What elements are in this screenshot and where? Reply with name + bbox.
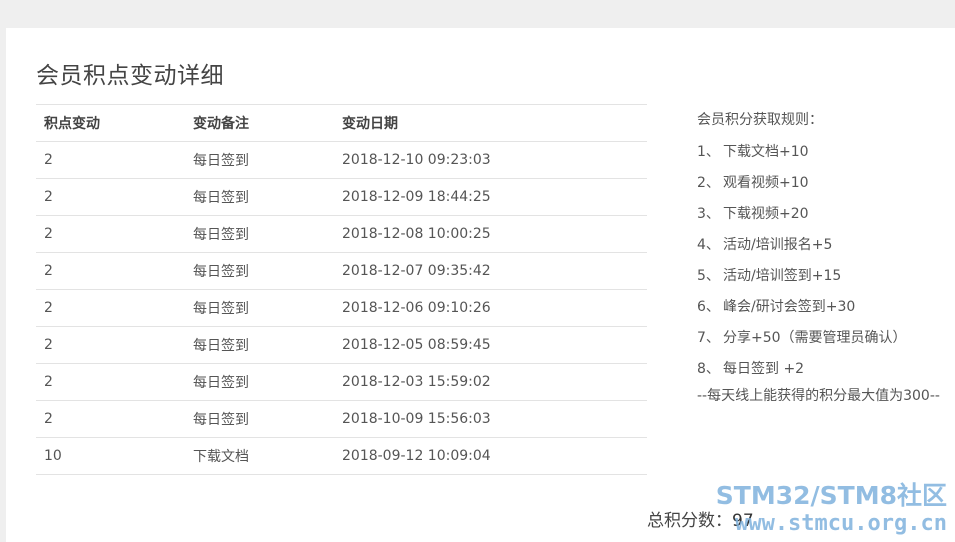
points-change-cell: 10 [36, 437, 185, 475]
change-note-cell: 每日签到 [185, 289, 334, 327]
change-note-cell: 每日签到 [185, 178, 334, 216]
rule-text: 下载文档+10 [723, 144, 809, 160]
rules-footer: --每天线上能获得的积分最大值为300-- [697, 388, 940, 404]
points-change-cell: 2 [36, 141, 185, 179]
rule-item: 3、 下载视频+20 [697, 204, 955, 235]
rule-number: 5、 [697, 268, 720, 284]
change-note-cell: 每日签到 [185, 215, 334, 253]
table-row: 2 每日签到 2018-12-08 10:00:25 [36, 215, 647, 253]
rule-item: 2、 观看视频+10 [697, 173, 955, 204]
points-table: 积点变动 变动备注 变动日期 2 每日签到 2018-12-10 09:23:0… [36, 104, 647, 475]
change-date-cell: 2018-12-10 09:23:03 [334, 141, 647, 179]
rule-number: 2、 [697, 175, 720, 191]
change-note-cell: 每日签到 [185, 400, 334, 438]
table-row: 2 每日签到 2018-12-07 09:35:42 [36, 252, 647, 290]
table-row: 2 每日签到 2018-12-06 09:10:26 [36, 289, 647, 327]
table-header-row: 积点变动 变动备注 变动日期 [36, 104, 647, 142]
header-points-change: 积点变动 [36, 104, 185, 142]
rule-item: 5、 活动/培训签到+15 [697, 266, 955, 297]
rules-title: 会员积分获取规则： [697, 112, 823, 128]
change-date-cell: 2018-12-03 15:59:02 [334, 363, 647, 401]
table-row: 10 下载文档 2018-09-12 10:09:04 [36, 437, 647, 475]
rule-text: 下载视频+20 [723, 206, 809, 222]
rule-item: 4、 活动/培训报名+5 [697, 235, 955, 266]
points-change-cell: 2 [36, 215, 185, 253]
header-change-date: 变动日期 [334, 104, 647, 142]
rule-number: 4、 [697, 237, 720, 253]
header-change-note: 变动备注 [185, 104, 334, 142]
change-note-cell: 每日签到 [185, 252, 334, 290]
points-change-cell: 2 [36, 252, 185, 290]
points-change-cell: 2 [36, 178, 185, 216]
table-row: 2 每日签到 2018-12-09 18:44:25 [36, 178, 647, 216]
rule-text: 观看视频+10 [723, 175, 809, 191]
points-change-cell: 2 [36, 326, 185, 364]
watermark-line2: www.stmcu.org.cn [735, 511, 947, 536]
rule-text: 每日签到 +2 [723, 361, 805, 377]
points-rules: 会员积分获取规则： 1、 下载文档+10 2、 观看视频+10 3、 下载视频+20 … [697, 110, 955, 406]
rule-number: 6、 [697, 299, 720, 315]
table-row: 2 每日签到 2018-10-09 15:56:03 [36, 400, 647, 438]
rule-text: 分享+50（需要管理员确认） [723, 330, 907, 346]
rule-number: 7、 [697, 330, 720, 346]
change-date-cell: 2018-10-09 15:56:03 [334, 400, 647, 438]
page-title: 会员积点变动详细 [36, 63, 224, 89]
change-note-cell: 每日签到 [185, 141, 334, 179]
rule-item: 6、 峰会/研讨会签到+30 [697, 297, 955, 328]
change-note-cell: 每日签到 [185, 326, 334, 364]
change-date-cell: 2018-09-12 10:09:04 [334, 437, 647, 475]
rule-text: 活动/培训签到+15 [723, 268, 842, 284]
points-change-cell: 2 [36, 363, 185, 401]
change-date-cell: 2018-12-07 09:35:42 [334, 252, 647, 290]
change-date-cell: 2018-12-06 09:10:26 [334, 289, 647, 327]
table-row: 2 每日签到 2018-12-03 15:59:02 [36, 363, 647, 401]
rule-text: 峰会/研讨会签到+30 [723, 299, 856, 315]
watermark-line1: STM32/STM8社区 [715, 481, 947, 510]
change-date-cell: 2018-12-09 18:44:25 [334, 178, 647, 216]
change-note-cell: 下载文档 [185, 437, 334, 475]
rule-number: 8、 [697, 361, 720, 377]
rule-number: 3、 [697, 206, 720, 222]
points-change-cell: 2 [36, 400, 185, 438]
site-watermark: STM32/STM8社区 www.stmcu.org.cn [716, 482, 947, 538]
points-change-cell: 2 [36, 289, 185, 327]
table-row: 2 每日签到 2018-12-10 09:23:03 [36, 141, 647, 179]
rule-item: 7、 分享+50（需要管理员确认） [697, 328, 955, 359]
rule-number: 1、 [697, 144, 720, 160]
change-note-cell: 每日签到 [185, 363, 334, 401]
rule-item: 1、 下载文档+10 [697, 142, 955, 173]
table-row: 2 每日签到 2018-12-05 08:59:45 [36, 326, 647, 364]
change-date-cell: 2018-12-05 08:59:45 [334, 326, 647, 364]
change-date-cell: 2018-12-08 10:00:25 [334, 215, 647, 253]
rule-text: 活动/培训报名+5 [723, 237, 833, 253]
